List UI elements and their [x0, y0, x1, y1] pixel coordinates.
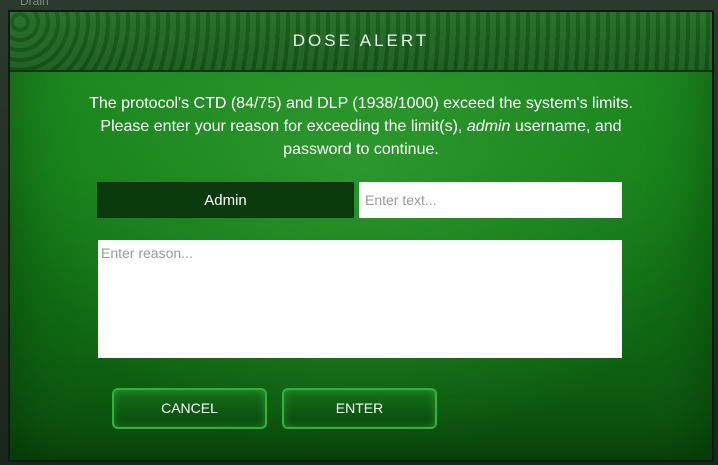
username-label: Admin [97, 182, 354, 218]
password-input[interactable] [359, 182, 622, 218]
dialog-title: DOSE ALERT [292, 31, 430, 50]
dose-alert-dialog: DOSE ALERT The protocol's CTD (84/75) an… [8, 10, 714, 462]
background-label: Drain [20, 0, 49, 8]
message-emphasis: admin [466, 118, 511, 135]
dialog-title-bar: DOSE ALERT [10, 12, 712, 72]
alert-message: The protocol's CTD (84/75) and DLP (1938… [70, 92, 652, 161]
cancel-button[interactable]: CANCEL [112, 388, 267, 429]
enter-button[interactable]: ENTER [282, 388, 437, 429]
reason-textarea[interactable] [98, 240, 622, 358]
